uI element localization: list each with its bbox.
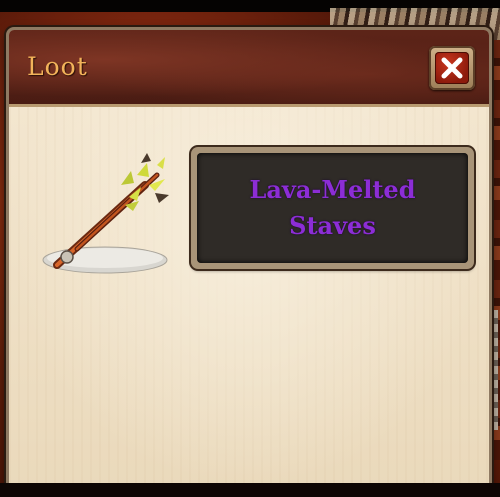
- game-scene: Loot Lava-Melted Staves: [0, 0, 500, 497]
- loot-title-bar: Loot: [9, 30, 489, 107]
- lava-melted-staves-icon[interactable]: [37, 145, 177, 285]
- close-x-icon: [435, 52, 469, 84]
- loot-window: Loot Lava-Melted Staves: [6, 27, 492, 493]
- item-name-panel: Lava-Melted Staves: [197, 153, 468, 263]
- item-name-frame[interactable]: Lava-Melted Staves: [191, 147, 474, 269]
- bottom-bar: [0, 483, 500, 497]
- close-button[interactable]: [429, 46, 475, 90]
- loot-title: Loot: [27, 52, 88, 81]
- item-name: Lava-Melted Staves: [249, 175, 416, 240]
